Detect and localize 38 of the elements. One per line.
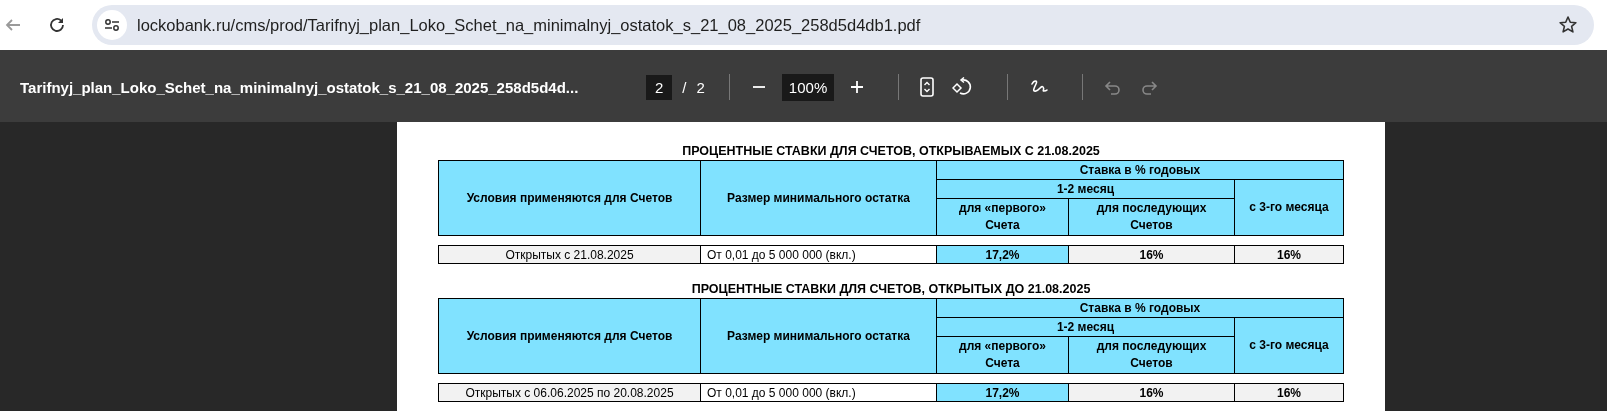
table-cell: От 0,01 до 5 000 000 (вкл.) — [701, 384, 936, 401]
header-cell: для последующих Счетов — [1069, 199, 1234, 235]
table-cell: 17,2% — [937, 246, 1068, 263]
document-title: Tarifnyj_plan_Loko_Schet_na_minimalnyj_ostatok_s_21_08_2025_258d5d4d... — [20, 78, 580, 96]
header-cell: для «первого» Счета — [937, 337, 1068, 373]
zoom-field[interactable]: 100% — [781, 73, 835, 101]
header-cell: 1-2 месяц — [937, 180, 1234, 198]
table-cell: Открытых с 21.08.2025 — [439, 246, 700, 263]
url-text: lockobank.ru/cms/prod/Tarifnyj_plan_Loko_Schet_na_minimalnyj_ostatok_s_21_08_2025_258d5d4db1.pdf — [137, 15, 922, 35]
page-count: 2 — [696, 78, 705, 96]
header-cell: Размер минимального остатка — [701, 299, 936, 373]
table-cell: Открытых с 06.06.2025 по 20.08.2025 — [439, 384, 700, 401]
table-cell: 17,2% — [937, 384, 1068, 401]
page-separator: / — [682, 78, 687, 96]
table-cell: 16% — [1069, 384, 1234, 401]
reload-button[interactable] — [48, 16, 66, 34]
site-info-icon[interactable] — [97, 10, 127, 40]
header-cell: Размер минимального остатка — [701, 161, 936, 235]
table-cell: 16% — [1235, 384, 1343, 401]
header-cell: для «первого» Счета — [937, 199, 1068, 235]
header-cell: для последующих Счетов — [1069, 337, 1234, 373]
table-cell: 16% — [1069, 246, 1234, 263]
table-cell: 16% — [1235, 246, 1343, 263]
table-title: ПРОЦЕНТНЫЕ СТАВКИ ДЛЯ СЧЕТОВ, ОТКРЫТЫХ ДО 21.08.2025 — [691, 282, 1091, 296]
header-cell: Ставка в % годовых — [937, 299, 1343, 317]
header-cell: с 3-го месяца — [1235, 318, 1343, 373]
header-cell: 1-2 месяц — [937, 318, 1234, 336]
table-cell: От 0,01 до 5 000 000 (вкл.) — [701, 246, 936, 263]
bookmark-star-icon[interactable] — [1558, 15, 1578, 35]
header-cell: Условия применяются для Счетов — [439, 299, 700, 373]
page-number-field[interactable]: 2 — [646, 74, 673, 100]
address-bar[interactable]: lockobank.ru/cms/prod/Tarifnyj_plan_Loko_Schet_na_minimalnyj_ostatok_s_21_08_2025_258d5d4db1.pdf — [92, 5, 1594, 45]
table-title: ПРОЦЕНТНЫЕ СТАВКИ ДЛЯ СЧЕТОВ, ОТКРЫВАЕМЫХ С 21.08.2025 — [682, 144, 1100, 158]
fit-page-icon[interactable] — [920, 77, 935, 97]
header-cell: Ставка в % годовых — [937, 161, 1343, 179]
header-cell: с 3-го месяца — [1235, 180, 1343, 235]
zoom-in-icon[interactable] — [849, 79, 866, 95]
header-cell: Условия применяются для Счетов — [439, 161, 700, 235]
